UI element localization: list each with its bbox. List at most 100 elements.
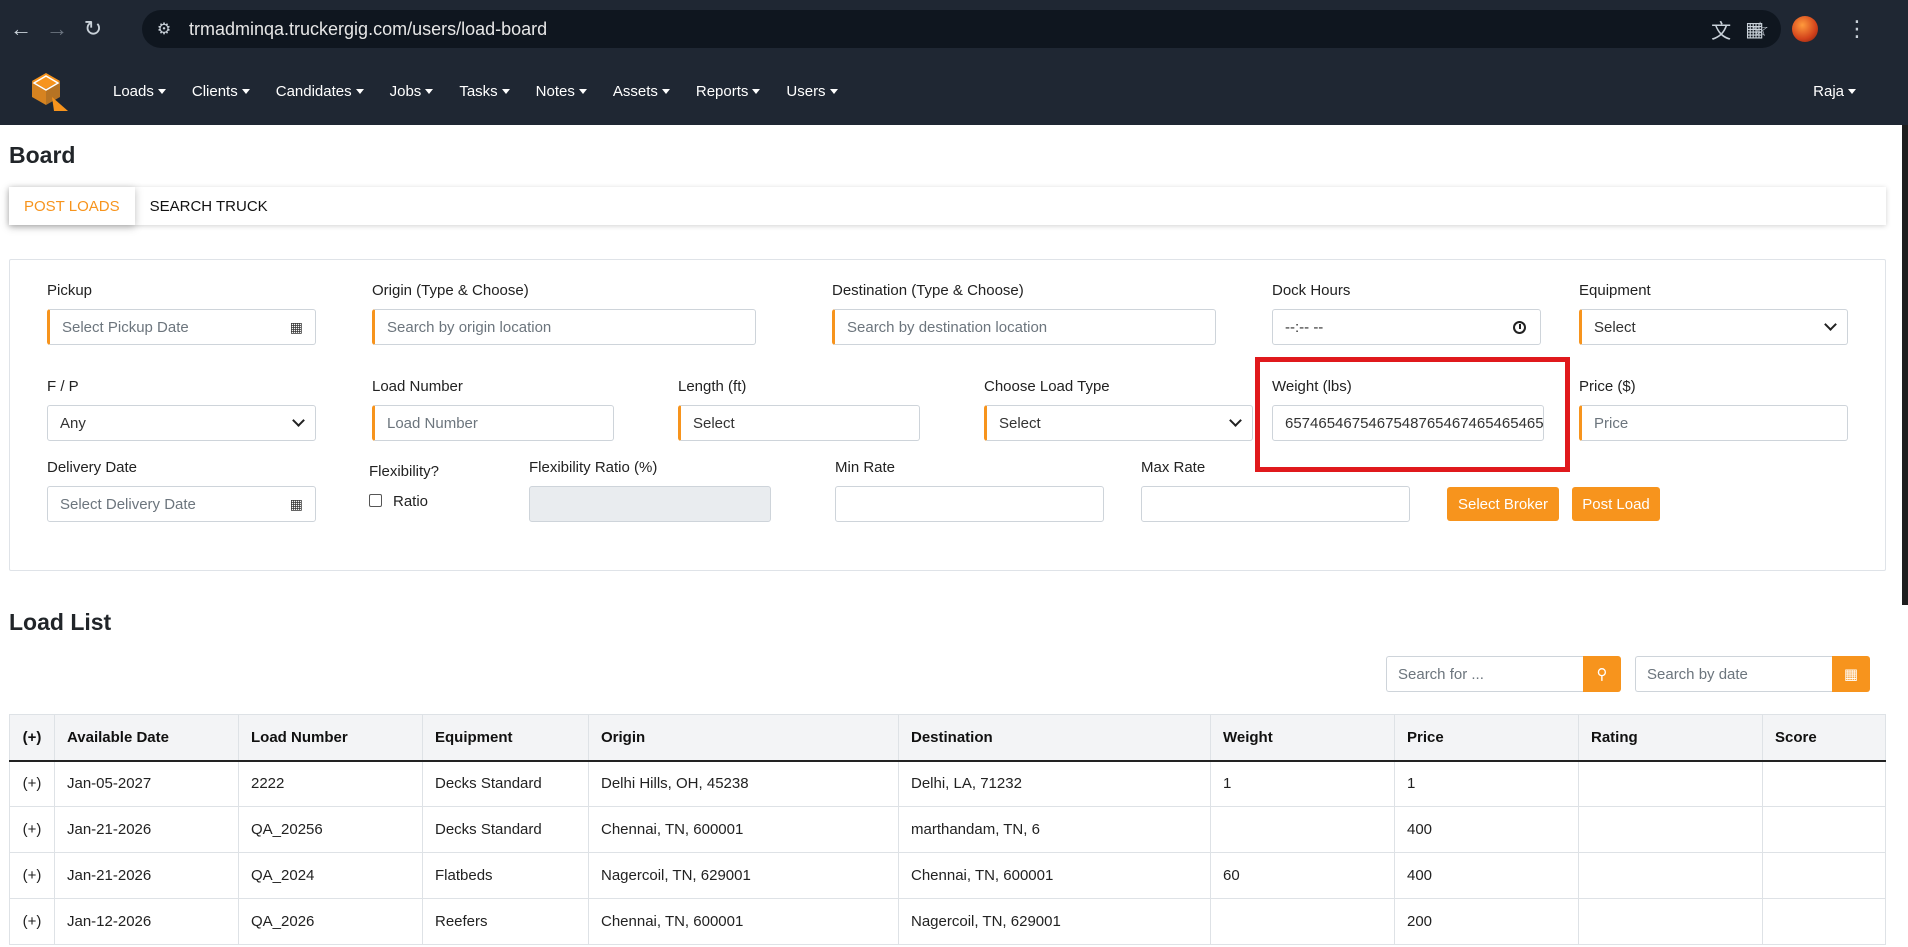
table-cell: Flatbeds <box>422 852 589 899</box>
caret-down-icon <box>241 89 250 94</box>
load-number-input[interactable]: Load Number <box>372 405 614 441</box>
truckergig-logo[interactable] <box>24 67 74 117</box>
table-cell <box>1578 852 1763 899</box>
max-rate-input[interactable] <box>1141 486 1410 522</box>
nav-jobs[interactable]: Jobs <box>377 83 447 100</box>
expand-row-toggle[interactable]: (+) <box>9 852 55 899</box>
ratio-checkbox[interactable] <box>369 494 382 507</box>
post-load-button[interactable]: Post Load <box>1572 487 1660 521</box>
equipment-select[interactable]: Select <box>1579 309 1848 345</box>
col-price: Price <box>1394 714 1579 762</box>
nav-users[interactable]: Users <box>773 83 850 100</box>
forward-icon[interactable]: → <box>42 14 72 44</box>
highlight-annotation <box>1255 357 1570 472</box>
expand-row-toggle[interactable]: (+) <box>9 806 55 853</box>
origin-input[interactable]: Search by origin location <box>372 309 756 345</box>
table-cell: Reefers <box>422 898 589 945</box>
user-menu[interactable]: Raja <box>1813 83 1856 100</box>
translate-icon[interactable]: 文 <box>1711 15 1731 44</box>
min-rate-input[interactable] <box>835 486 1104 522</box>
caret-down-icon <box>425 89 434 94</box>
table-cell: Chennai, TN, 600001 <box>898 852 1211 899</box>
date-search-input[interactable]: Search by date <box>1635 656 1832 692</box>
length-select[interactable]: Select <box>678 405 920 441</box>
load-type-select[interactable]: Select <box>984 405 1253 441</box>
table-cell: marthandam, TN, 6 <box>898 806 1211 853</box>
browser-menu-icon[interactable]: ⋮ <box>1846 16 1868 42</box>
table-cell <box>1762 806 1886 853</box>
nav-notes[interactable]: Notes <box>523 83 600 100</box>
back-icon[interactable]: ← <box>6 14 36 44</box>
calendar-icon[interactable]: ▦ <box>1832 656 1870 692</box>
col-weight: Weight <box>1210 714 1395 762</box>
expand-row-toggle[interactable]: (+) <box>9 760 55 807</box>
dock-hours-input[interactable]: --:-- -- <box>1272 309 1541 345</box>
delivery-date-label: Delivery Date <box>47 459 138 476</box>
flexibility-label: Flexibility? <box>369 463 440 480</box>
table-row: (+) Jan-05-2027 2222 Decks Standard Delh… <box>9 760 1886 807</box>
caret-down-icon <box>1848 89 1856 94</box>
price-input[interactable]: Price <box>1579 405 1848 441</box>
table-cell: Decks Standard <box>422 806 589 853</box>
chevron-down-icon <box>292 414 305 427</box>
max-rate-label: Max Rate <box>1141 459 1206 476</box>
tab-post-loads[interactable]: POST LOADS <box>9 187 135 225</box>
col-origin: Origin <box>588 714 899 762</box>
nav-clients[interactable]: Clients <box>179 83 263 100</box>
table-header-row: (+) Available Date Load Number Equipment… <box>9 714 1886 762</box>
table-cell: QA_20256 <box>238 806 423 853</box>
table-cell <box>1762 760 1886 807</box>
table-cell <box>1762 898 1886 945</box>
chevron-down-icon <box>1824 318 1837 331</box>
table-cell: QA_2026 <box>238 898 423 945</box>
load-search-input[interactable]: Search for ... <box>1386 656 1583 692</box>
caret-down-icon <box>157 89 166 94</box>
table-cell: 60 <box>1210 852 1395 899</box>
load-list-title: Load List <box>9 609 112 635</box>
fp-select[interactable]: Any <box>47 405 316 441</box>
pickup-label: Pickup <box>47 282 93 299</box>
page-scrollbar[interactable] <box>1902 125 1908 605</box>
table-cell: Delhi Hills, OH, 45238 <box>588 760 899 807</box>
caret-down-icon <box>355 89 364 94</box>
site-info-icon[interactable]: ⚙ <box>147 12 181 46</box>
ratio-checkbox-label[interactable]: Ratio <box>393 493 428 510</box>
table-cell: Delhi, LA, 71232 <box>898 760 1211 807</box>
table-cell <box>1578 760 1763 807</box>
clock-icon <box>1513 320 1526 334</box>
nav-assets[interactable]: Assets <box>600 83 683 100</box>
search-icon[interactable]: ⚲ <box>1583 656 1621 692</box>
destination-label: Destination (Type & Choose) <box>832 282 1024 299</box>
table-cell <box>1762 852 1886 899</box>
profile-avatar[interactable] <box>1792 16 1818 42</box>
col-destination: Destination <box>898 714 1211 762</box>
url-text[interactable]: trmadminqa.truckergig.com/users/load-boa… <box>189 19 547 40</box>
destination-input[interactable]: Search by destination location <box>832 309 1216 345</box>
tab-search-truck[interactable]: SEARCH TRUCK <box>135 187 283 225</box>
select-broker-button[interactable]: Select Broker <box>1447 487 1559 521</box>
expand-row-toggle[interactable]: (+) <box>9 898 55 945</box>
table-cell <box>1210 806 1395 853</box>
pickup-date-input[interactable]: Select Pickup Date ▦ <box>47 309 316 345</box>
price-label: Price ($) <box>1579 378 1636 395</box>
nav-candidates[interactable]: Candidates <box>263 83 377 100</box>
address-bar[interactable]: ⚙ trmadminqa.truckergig.com/users/load-b… <box>142 10 1781 48</box>
caret-down-icon <box>578 89 587 94</box>
table-cell: Nagercoil, TN, 629001 <box>588 852 899 899</box>
table-cell: Decks Standard <box>422 760 589 807</box>
table-cell: QA_2024 <box>238 852 423 899</box>
main-menu: Loads Clients Candidates Jobs Tasks Note… <box>100 83 851 100</box>
load-number-label: Load Number <box>372 378 463 395</box>
extensions-icon[interactable]: ▦ <box>1745 17 1764 42</box>
delivery-date-input[interactable]: Select Delivery Date ▦ <box>47 486 316 522</box>
load-type-label: Choose Load Type <box>984 378 1110 395</box>
reload-icon[interactable]: ↻ <box>78 14 108 44</box>
nav-loads[interactable]: Loads <box>100 83 179 100</box>
nav-reports[interactable]: Reports <box>683 83 774 100</box>
table-cell: Nagercoil, TN, 629001 <box>898 898 1211 945</box>
table-cell: 400 <box>1394 852 1579 899</box>
col-expand[interactable]: (+) <box>9 714 55 762</box>
table-cell <box>1578 806 1763 853</box>
nav-tasks[interactable]: Tasks <box>446 83 522 100</box>
col-rating: Rating <box>1578 714 1763 762</box>
